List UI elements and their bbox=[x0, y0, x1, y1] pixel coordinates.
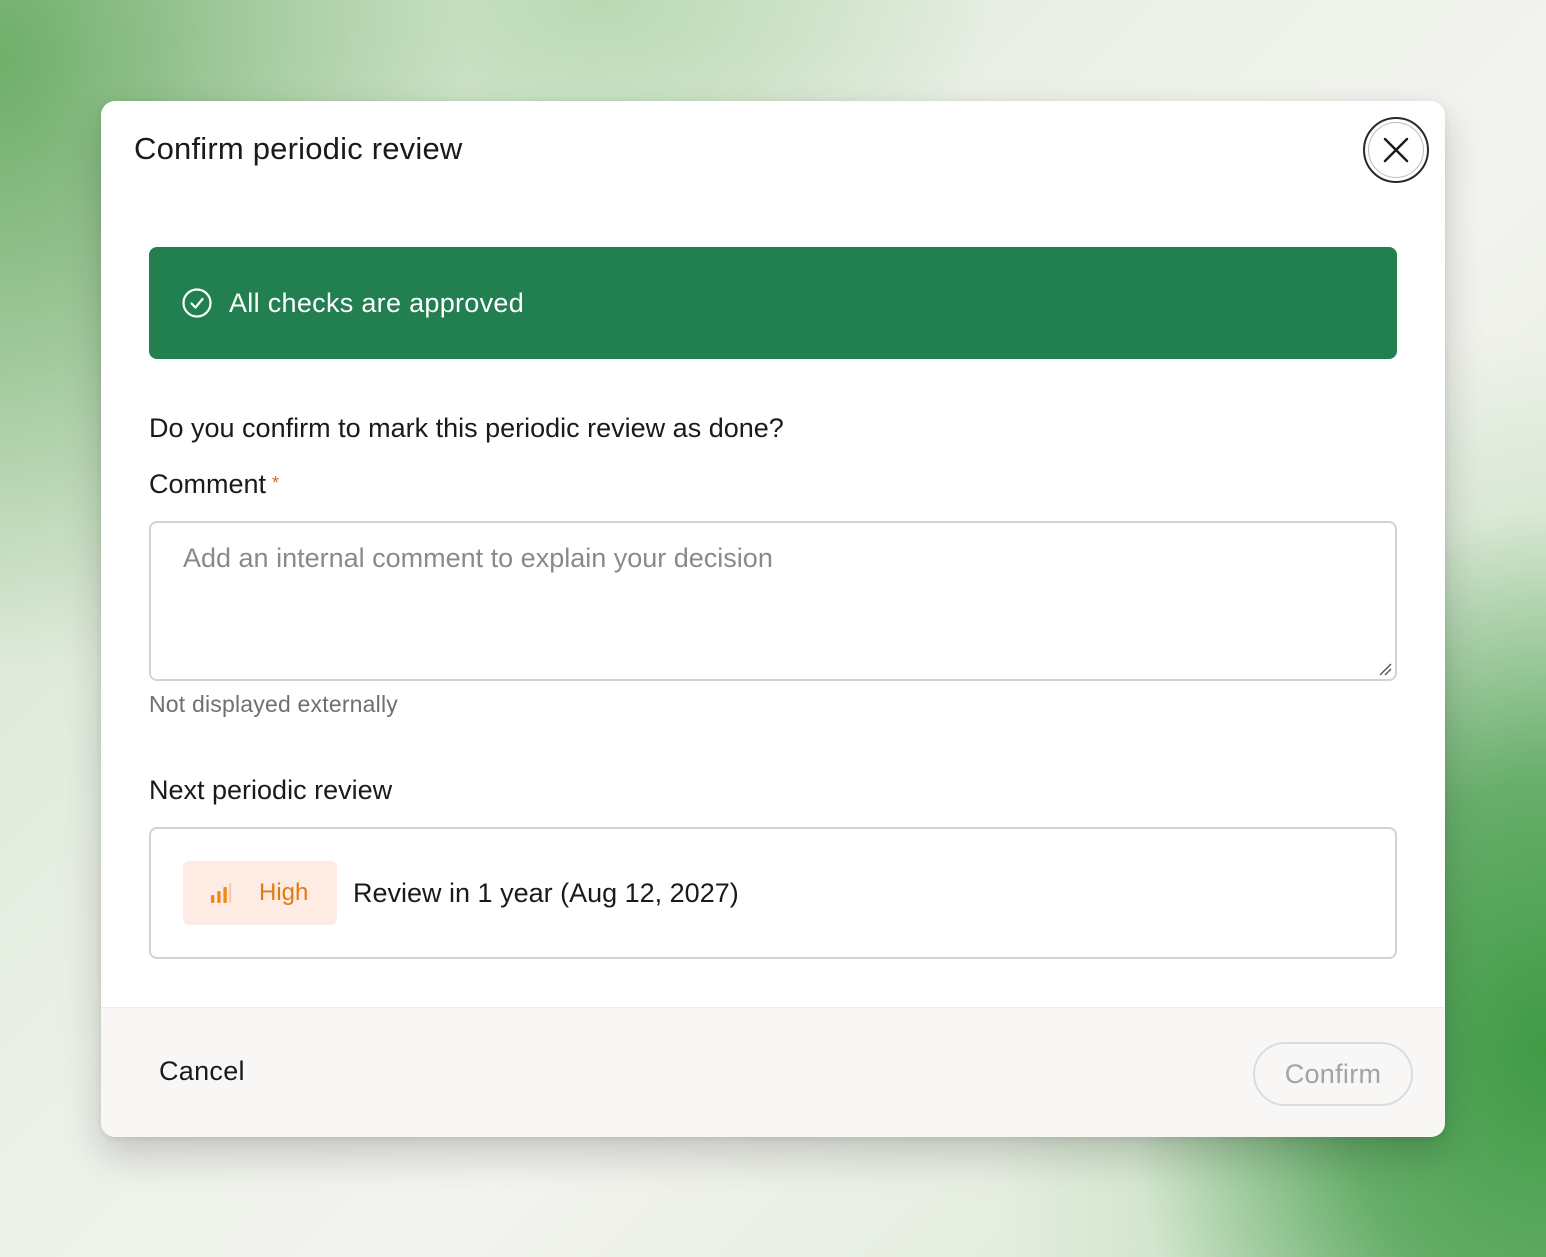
comment-label: Comment * bbox=[149, 469, 279, 500]
banner-text: All checks are approved bbox=[229, 287, 525, 318]
close-icon bbox=[1383, 137, 1409, 163]
comment-helper-text: Not displayed externally bbox=[149, 691, 398, 717]
comment-textarea[interactable] bbox=[151, 523, 1395, 679]
signal-bars-icon bbox=[210, 882, 232, 904]
dialog-title: Confirm periodic review bbox=[134, 131, 463, 166]
comment-field-wrapper bbox=[149, 521, 1397, 681]
confirm-review-dialog: Confirm periodic review All checks are a… bbox=[101, 101, 1445, 1137]
confirmation-question: Do you confirm to mark this periodic rev… bbox=[149, 413, 784, 443]
dialog-footer: Cancel Confirm bbox=[101, 1007, 1445, 1137]
confirm-button[interactable]: Confirm bbox=[1253, 1042, 1413, 1106]
next-review-text: Review in 1 year (Aug 12, 2027) bbox=[353, 877, 739, 908]
close-button[interactable] bbox=[1363, 117, 1429, 183]
next-review-label: Next periodic review bbox=[149, 775, 393, 805]
cancel-button[interactable]: Cancel bbox=[159, 1056, 245, 1087]
check-circle-icon bbox=[181, 287, 213, 319]
priority-badge: High bbox=[183, 861, 337, 925]
approval-banner: All checks are approved bbox=[149, 247, 1397, 359]
priority-label: High bbox=[259, 879, 309, 906]
required-marker: * bbox=[272, 473, 280, 493]
comment-label-text: Comment bbox=[149, 469, 267, 499]
resize-handle-icon[interactable] bbox=[1377, 661, 1393, 677]
next-review-field: High Review in 1 year (Aug 12, 2027) bbox=[149, 827, 1397, 959]
